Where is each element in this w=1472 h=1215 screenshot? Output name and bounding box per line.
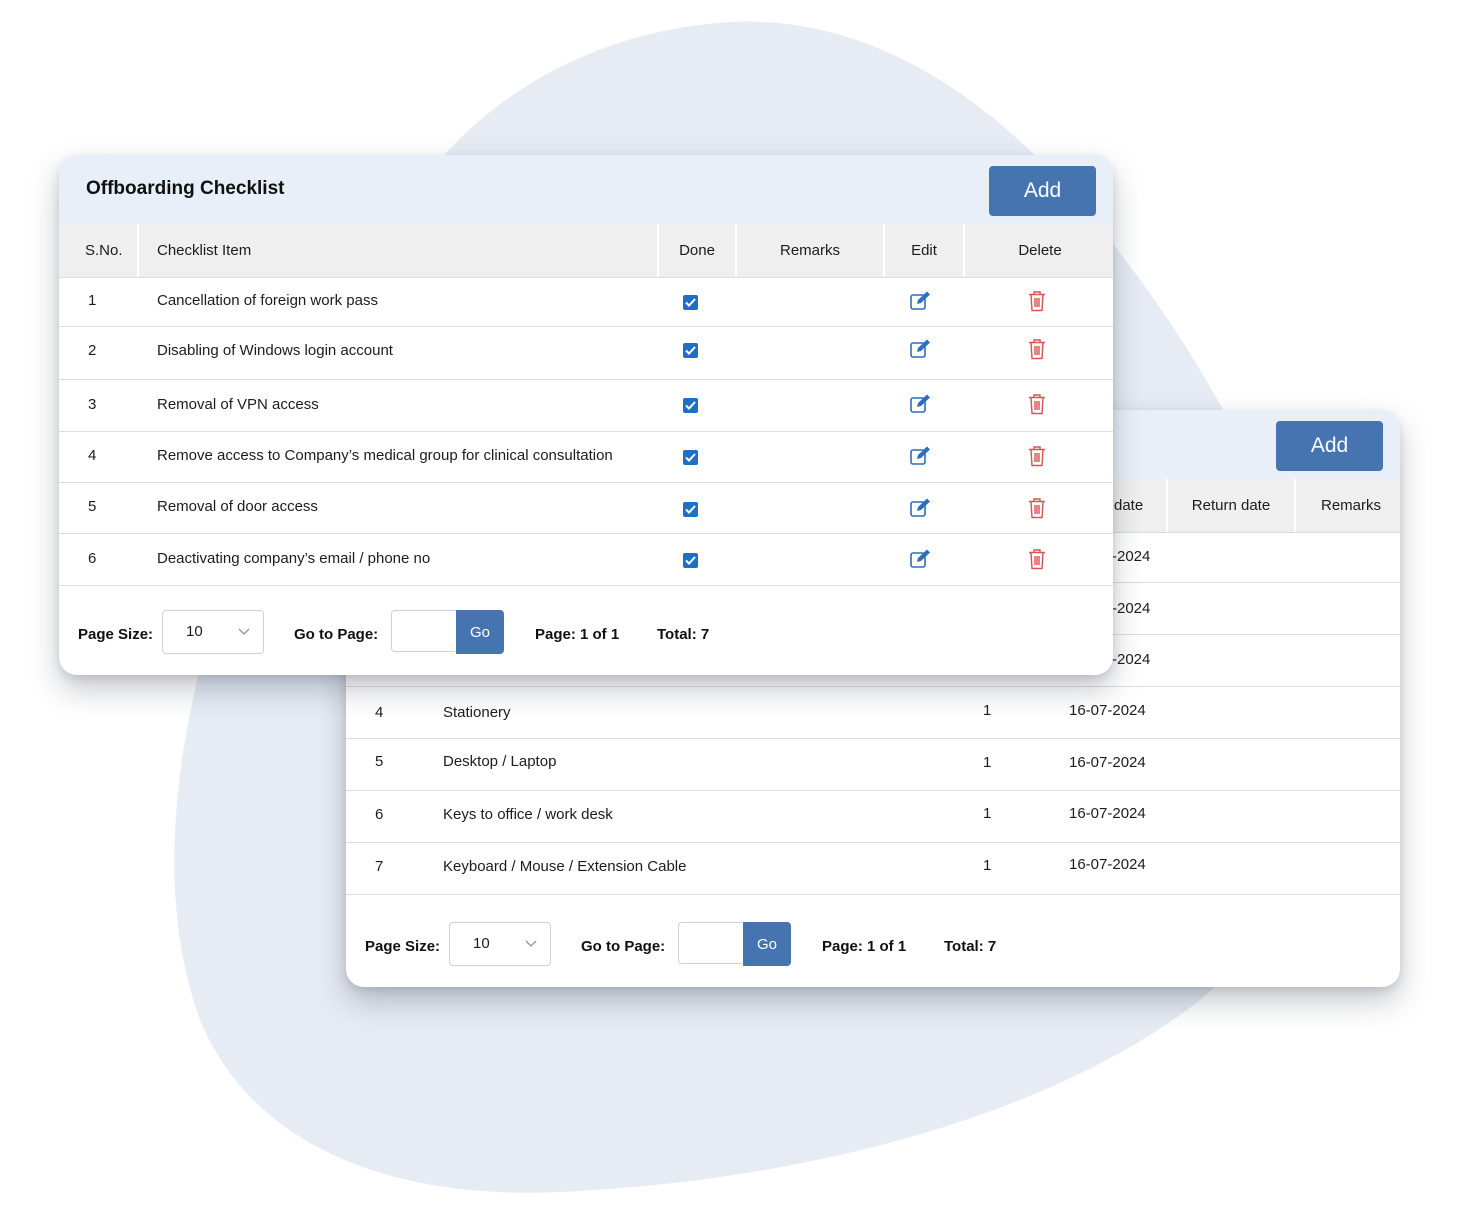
- table-row: 4 Remove access to Company’s medical gro…: [59, 432, 1113, 483]
- sno-cell: 6: [88, 550, 97, 567]
- total-count: Total: 7: [657, 626, 710, 643]
- done-checkbox[interactable]: [683, 295, 698, 310]
- sno-cell: 7: [375, 858, 384, 875]
- column-header-date: date: [1114, 497, 1144, 514]
- page-size-value: 10: [473, 935, 490, 952]
- item-cell: Keys to office / work desk: [443, 806, 613, 823]
- done-checkbox[interactable]: [683, 450, 698, 465]
- table-row: 7 Keyboard / Mouse / Extension Cable 1 1…: [346, 843, 1400, 895]
- delete-icon[interactable]: [1028, 338, 1046, 360]
- chevron-down-icon: [525, 940, 537, 948]
- date-cell: 16-07-2024: [1069, 702, 1146, 719]
- item-cell: Removal of VPN access: [157, 396, 319, 413]
- page-info: Page: 1 of 1: [822, 938, 907, 955]
- edit-icon[interactable]: [909, 393, 931, 415]
- edit-icon[interactable]: [909, 338, 931, 360]
- sno-cell: 4: [375, 704, 384, 721]
- page-size-label: Page Size:: [78, 626, 154, 643]
- sno-cell: 2: [88, 342, 97, 359]
- date-cell: 16-07-2024: [1069, 856, 1146, 873]
- qty-cell: 1: [983, 857, 992, 874]
- table-header: S.No. Checklist Item Done Remarks Edit D…: [59, 224, 1113, 278]
- table-row: 2 Disabling of Windows login account: [59, 327, 1113, 380]
- done-checkbox[interactable]: [683, 502, 698, 517]
- sno-cell: 5: [88, 498, 97, 515]
- table-row: 4 Stationery 1 16-07-2024: [346, 687, 1400, 739]
- card-title: Offboarding Checklist: [86, 178, 285, 199]
- delete-icon[interactable]: [1028, 445, 1046, 467]
- date-cell: 16-07-2024: [1069, 805, 1146, 822]
- item-cell: Cancellation of foreign work pass: [157, 292, 378, 309]
- edit-icon[interactable]: [909, 290, 931, 312]
- item-cell: Removal of door access: [157, 498, 318, 515]
- sno-cell: 5: [375, 753, 384, 770]
- item-cell: Remove access to Company’s medical group…: [157, 447, 613, 464]
- date-cell: -2024: [1112, 548, 1151, 565]
- delete-icon[interactable]: [1028, 548, 1046, 570]
- qty-cell: 1: [983, 702, 992, 719]
- date-cell: -2024: [1112, 600, 1151, 617]
- page-size-select[interactable]: 10: [162, 610, 264, 654]
- date-cell: -2024: [1112, 651, 1151, 668]
- sno-cell: 4: [88, 447, 97, 464]
- table-row: 6 Deactivating company’s email / phone n…: [59, 534, 1113, 586]
- go-button[interactable]: Go: [456, 610, 504, 654]
- table-row: 5 Removal of door access: [59, 483, 1113, 534]
- page-size-label: Page Size:: [365, 938, 441, 955]
- add-button[interactable]: Add: [1276, 421, 1383, 471]
- column-header-done: Done: [657, 224, 735, 277]
- add-button[interactable]: Add: [989, 166, 1096, 216]
- delete-icon[interactable]: [1028, 290, 1046, 312]
- go-button[interactable]: Go: [743, 922, 791, 966]
- offboarding-checklist-card: Offboarding Checklist Add S.No. Checklis…: [59, 155, 1113, 675]
- column-header-remarks: Remarks: [735, 224, 883, 277]
- go-to-page-label: Go to Page:: [581, 938, 666, 955]
- column-header-edit: Edit: [883, 224, 963, 277]
- go-to-page-label: Go to Page:: [294, 626, 379, 643]
- qty-cell: 1: [983, 754, 992, 771]
- sno-cell: 1: [88, 292, 97, 309]
- item-cell: Keyboard / Mouse / Extension Cable: [443, 858, 687, 875]
- total-count: Total: 7: [944, 938, 997, 955]
- table-row: 5 Desktop / Laptop 1 16-07-2024: [346, 739, 1400, 791]
- done-checkbox[interactable]: [683, 398, 698, 413]
- table-row: 6 Keys to office / work desk 1 16-07-202…: [346, 791, 1400, 843]
- column-header-checklist-item: Checklist Item: [137, 224, 251, 277]
- column-header-return-date: Return date: [1166, 479, 1294, 532]
- item-cell: Stationery: [443, 704, 511, 721]
- page-size-select[interactable]: 10: [449, 922, 551, 966]
- item-cell: Disabling of Windows login account: [157, 342, 393, 359]
- chevron-down-icon: [238, 628, 250, 636]
- column-header-remarks: Remarks: [1294, 479, 1400, 532]
- delete-icon[interactable]: [1028, 393, 1046, 415]
- edit-icon[interactable]: [909, 548, 931, 570]
- item-cell: Deactivating company’s email / phone no: [157, 550, 431, 567]
- sno-cell: 6: [375, 806, 384, 823]
- sno-cell: 3: [88, 396, 97, 413]
- item-cell: Desktop / Laptop: [443, 753, 557, 770]
- done-checkbox[interactable]: [683, 553, 698, 568]
- column-header-sno: S.No.: [85, 242, 123, 259]
- page-size-value: 10: [186, 623, 203, 640]
- done-checkbox[interactable]: [683, 343, 698, 358]
- delete-icon[interactable]: [1028, 497, 1046, 519]
- table-row: 3 Removal of VPN access: [59, 380, 1113, 432]
- column-header-delete: Delete: [963, 224, 1113, 277]
- go-to-page-input[interactable]: [391, 610, 455, 652]
- table-row: 1 Cancellation of foreign work pass: [59, 277, 1113, 327]
- edit-icon[interactable]: [909, 497, 931, 519]
- date-cell: 16-07-2024: [1069, 754, 1146, 771]
- qty-cell: 1: [983, 805, 992, 822]
- edit-icon[interactable]: [909, 445, 931, 467]
- page-info: Page: 1 of 1: [535, 626, 620, 643]
- card-header: Offboarding Checklist Add: [59, 155, 1113, 224]
- go-to-page-input[interactable]: [678, 922, 742, 964]
